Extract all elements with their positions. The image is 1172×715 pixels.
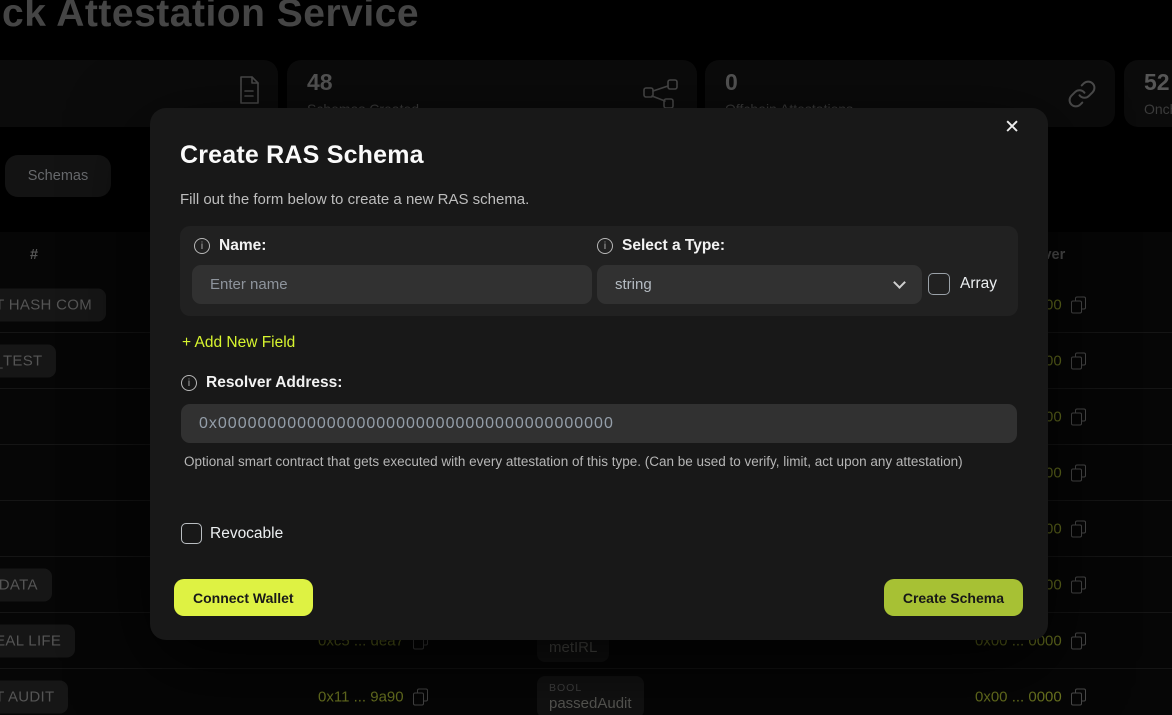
- modal-title: Create RAS Schema: [180, 141, 424, 170]
- stat-value: 52: [1144, 69, 1170, 96]
- column-header-number: #: [30, 247, 38, 263]
- create-schema-modal: ✕ Create RAS Schema Fill out the form be…: [150, 108, 1048, 640]
- copy-icon[interactable]: [413, 688, 428, 705]
- info-icon: [181, 375, 197, 391]
- resolver-address-input[interactable]: [181, 404, 1017, 443]
- copy-icon[interactable]: [1071, 520, 1086, 537]
- type-select-value: string: [615, 276, 652, 293]
- schema-name-badge: CT AUDIT: [0, 680, 68, 713]
- link-icon: [1067, 79, 1097, 109]
- page-title: ck Attestation Service: [2, 0, 419, 36]
- stat-card-onchain: 52 Onchain Attestations: [1124, 60, 1172, 127]
- copy-icon[interactable]: [1071, 688, 1086, 705]
- stat-value: 0: [725, 69, 738, 96]
- copy-icon[interactable]: [1071, 632, 1086, 649]
- field-definition-panel: Name: Select a Type: string Array: [180, 226, 1018, 316]
- revocable-checkbox[interactable]: [181, 523, 202, 544]
- connect-wallet-button[interactable]: Connect Wallet: [174, 579, 313, 616]
- revocable-label: Revocable: [210, 525, 283, 543]
- resolver-address: 0x00 ... 0000: [975, 688, 1086, 705]
- schema-uid: 0x11 ... 9a90: [318, 688, 428, 705]
- field-name: passedAudit: [549, 695, 632, 712]
- schema-name-badge: NT HASH COM: [0, 288, 106, 321]
- chevron-down-icon: [893, 276, 906, 289]
- array-checkbox[interactable]: [928, 273, 950, 295]
- schema-name-badge: REAL LIFE: [0, 624, 75, 657]
- array-label: Array: [960, 275, 997, 293]
- add-new-field-button[interactable]: + Add New Field: [182, 334, 295, 352]
- create-schema-button[interactable]: Create Schema: [884, 579, 1023, 616]
- schema-name-badge: E DATA: [0, 568, 52, 601]
- close-icon[interactable]: ✕: [1004, 118, 1020, 137]
- copy-icon[interactable]: [1071, 576, 1086, 593]
- stat-value: 48: [307, 69, 333, 96]
- resolver-label: Resolver Address:: [181, 374, 342, 392]
- document-icon: [236, 74, 262, 106]
- stat-label: Onchain Attestations: [1144, 101, 1172, 117]
- copy-icon[interactable]: [1071, 296, 1086, 313]
- info-icon: [194, 238, 210, 254]
- name-input[interactable]: [192, 265, 592, 304]
- tab-schemas[interactable]: Schemas: [5, 155, 111, 197]
- type-select[interactable]: string: [597, 265, 922, 304]
- copy-icon[interactable]: [1071, 464, 1086, 481]
- copy-icon[interactable]: [1071, 408, 1086, 425]
- table-row: CT AUDIT 0x11 ... 9a90 BOOLpassedAudit 0…: [0, 669, 1172, 715]
- modal-subtitle: Fill out the form below to create a new …: [180, 191, 529, 208]
- schema-field-badge: BOOLpassedAudit: [537, 676, 644, 715]
- app-root: ck Attestation Service 48 Schemas Create…: [0, 0, 1172, 715]
- info-icon: [597, 238, 613, 254]
- field-type: BOOL: [549, 682, 632, 695]
- name-label: Name:: [194, 237, 266, 255]
- copy-icon[interactable]: [1071, 352, 1086, 369]
- schema-name-badge: A_TEST: [0, 344, 56, 377]
- type-label: Select a Type:: [597, 237, 725, 255]
- field-name: metIRL: [549, 639, 597, 656]
- network-icon: [643, 79, 679, 109]
- resolver-help-text: Optional smart contract that gets execut…: [184, 452, 986, 472]
